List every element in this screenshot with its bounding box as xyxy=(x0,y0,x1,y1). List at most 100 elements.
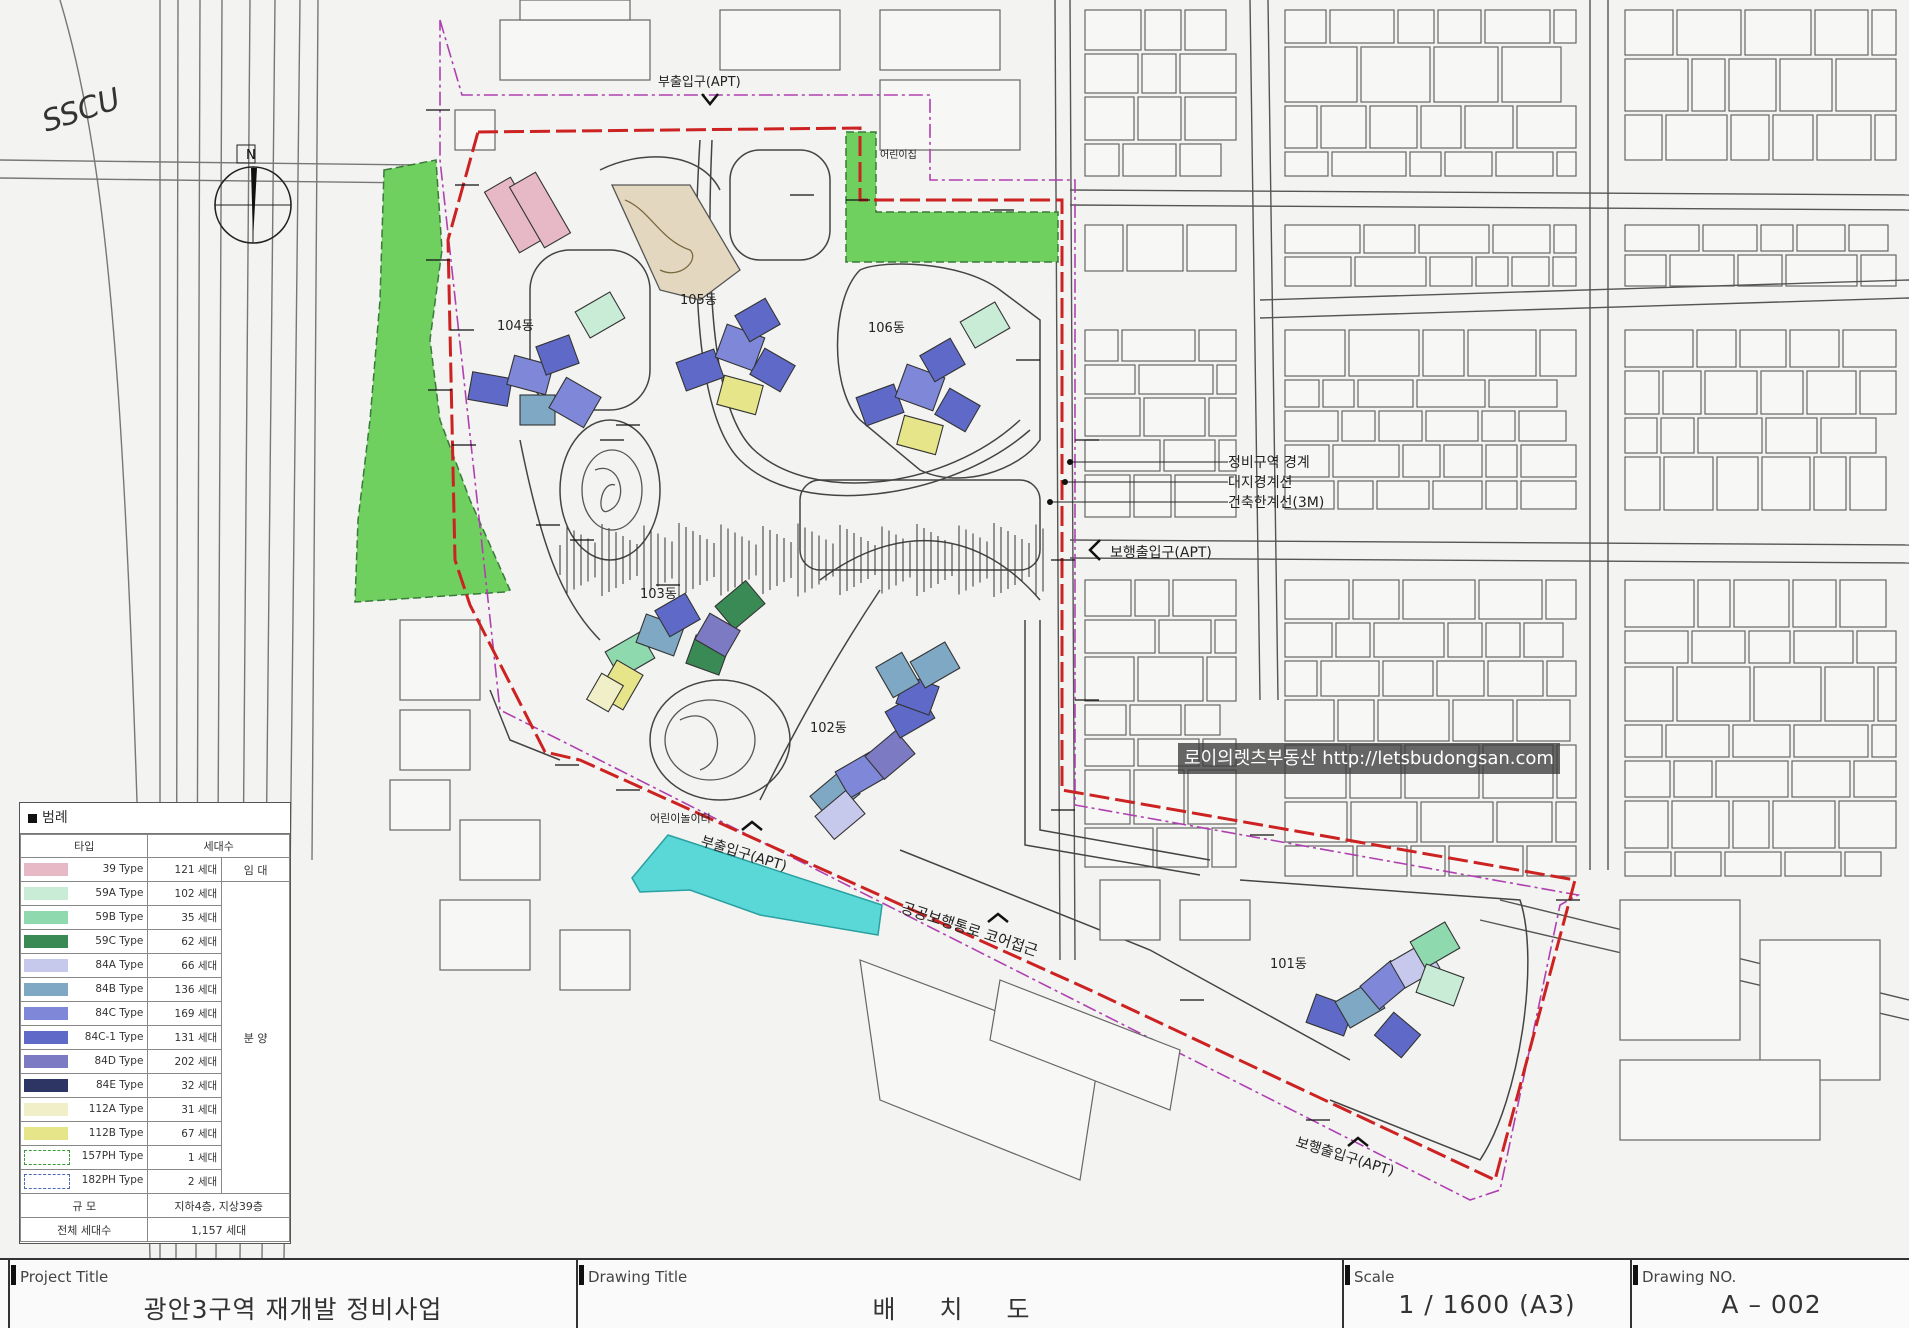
legend-total-row: 전체 세대수 1,157 세대 xyxy=(19,1217,290,1242)
building-footprint xyxy=(1484,9,1551,44)
building-footprint xyxy=(1143,397,1206,437)
legend-type-name: 157PH Type xyxy=(81,1150,144,1162)
watermark-banner: 로이의렛츠부동산 http://letsbudongsan.com xyxy=(1178,743,1560,774)
building-footprint xyxy=(1739,329,1787,368)
legend-type-cell: 39 Type xyxy=(19,857,149,882)
building-footprint xyxy=(1624,456,1661,511)
building-101-label: 101동 xyxy=(1270,957,1307,972)
building-footprint xyxy=(1284,410,1339,442)
building-footprint xyxy=(1198,329,1237,362)
building-footprint xyxy=(1624,760,1671,798)
building-footprint xyxy=(1485,622,1521,658)
drawing-title-value: 배 치 도 xyxy=(872,1295,1048,1324)
building-footprint xyxy=(719,9,841,71)
building-footprint xyxy=(1859,370,1897,415)
legend-type-name: 112B Type xyxy=(88,1126,144,1139)
building-footprint xyxy=(1216,364,1237,395)
building-footprint xyxy=(1871,724,1897,758)
building-footprint xyxy=(1842,329,1897,368)
building-footprint xyxy=(1329,9,1395,44)
building-footprint xyxy=(1206,656,1237,702)
building-footprint xyxy=(1772,800,1836,849)
building-footprint xyxy=(1492,224,1551,254)
building-footprint xyxy=(1697,579,1731,628)
building-footprint xyxy=(1156,827,1209,868)
legend-count: 62 세대 xyxy=(147,929,223,954)
legend-count: 131 세대 xyxy=(147,1025,223,1050)
building-footprint xyxy=(1624,114,1663,161)
building-footprint xyxy=(1813,456,1847,511)
building-footprint xyxy=(1553,224,1577,254)
legend-count: 2 세대 xyxy=(147,1169,223,1194)
building-footprint xyxy=(1214,619,1237,654)
building-footprint xyxy=(1552,256,1577,287)
building-footprint xyxy=(1284,845,1354,877)
building-footprint xyxy=(1478,579,1543,620)
legend-count: 1 세대 xyxy=(147,1145,223,1170)
building-footprint xyxy=(1553,9,1577,44)
building-footprint xyxy=(1284,801,1348,843)
building-footprint xyxy=(1733,579,1790,628)
scale-cell: Scale 1 / 1600 (A3) xyxy=(1342,1260,1630,1328)
legend-color-swatch xyxy=(24,1103,68,1117)
building-footprint xyxy=(1753,666,1822,722)
legend-color-swatch xyxy=(24,1079,68,1093)
legend-type-cell: 84B Type xyxy=(19,977,149,1002)
legend-total-value: 1,157 세대 xyxy=(147,1217,290,1242)
building-footprint xyxy=(1382,660,1434,697)
legend-color-swatch xyxy=(24,935,68,949)
building-footprint xyxy=(1084,656,1135,702)
building-footprint xyxy=(1422,329,1465,377)
building-footprint xyxy=(1141,53,1177,94)
building-footprint xyxy=(1320,660,1380,697)
building-footprint xyxy=(1748,630,1791,664)
building-footprint xyxy=(1420,105,1462,149)
legend-color-swatch xyxy=(24,1127,68,1141)
building-footprint xyxy=(1350,801,1418,843)
building-footprint xyxy=(1761,456,1811,511)
building-footprint xyxy=(1849,456,1887,511)
building-footprint xyxy=(1624,800,1669,849)
building-footprint xyxy=(1728,58,1777,112)
legend-type-name: 84A Type xyxy=(95,958,144,971)
building-footprint xyxy=(1467,329,1537,377)
building-footprint xyxy=(1284,699,1335,742)
legend-color-swatch xyxy=(24,863,68,877)
legend-count: 67 세대 xyxy=(147,1121,223,1146)
building-footprint xyxy=(1691,630,1746,664)
building-footprint xyxy=(1284,46,1358,103)
building-footprint xyxy=(1475,256,1509,287)
building-footprint xyxy=(1760,224,1794,252)
building-footprint xyxy=(1660,417,1695,454)
project-title-cell: Project Title 광안3구역 재개발 정비사업 xyxy=(8,1260,576,1328)
building-footprint xyxy=(1702,224,1758,252)
building-footprint xyxy=(1184,9,1227,51)
building-footprint xyxy=(1671,800,1730,849)
drawing-number-value: A – 002 xyxy=(1721,1290,1822,1319)
building-footprint xyxy=(1133,769,1185,825)
building-103-label: 103동 xyxy=(640,587,677,602)
building-footprint xyxy=(1444,151,1493,177)
legend-type-name: 39 Type xyxy=(102,862,144,875)
legend-table: 타입 세대수 39 Type 121 세대 임 대 59A Type 102 세대 분 양… xyxy=(19,834,290,1242)
building-footprint xyxy=(1172,579,1237,617)
drawing-title-label: Drawing Title xyxy=(578,1265,688,1286)
building-footprint xyxy=(1432,480,1483,510)
building-footprint xyxy=(1084,96,1135,141)
building-footprint xyxy=(1520,444,1577,478)
legend-type-name: 84C-1 Type xyxy=(84,1030,144,1043)
legend-title-square-icon xyxy=(28,813,37,823)
legend-title-text: 범례 xyxy=(42,810,68,826)
building-footprint xyxy=(1084,397,1141,437)
building-footprint xyxy=(1624,630,1689,664)
building-footprint xyxy=(1354,256,1427,287)
building-footprint xyxy=(1696,329,1737,368)
legend-kind-sale: 분 양 xyxy=(221,881,290,1194)
building-footprint xyxy=(1284,224,1361,254)
building-footprint xyxy=(1158,619,1212,654)
building-footprint xyxy=(1084,53,1139,94)
building-footprint xyxy=(1376,480,1430,510)
building-footprint xyxy=(1320,105,1367,149)
building-footprint xyxy=(1084,329,1119,362)
legend-type-cell: 59C Type xyxy=(19,929,149,954)
